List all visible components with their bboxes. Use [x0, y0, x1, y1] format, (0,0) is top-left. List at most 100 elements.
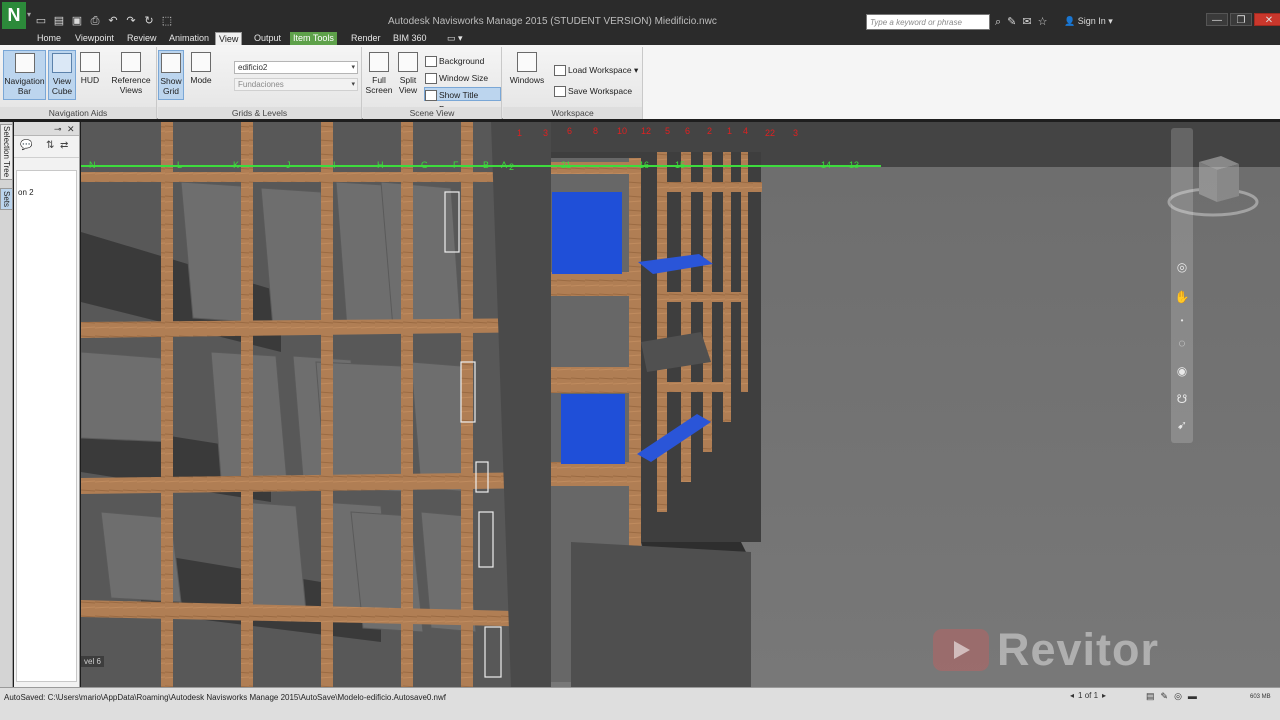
- split-view-label: Split View: [398, 75, 418, 95]
- app-menu-button[interactable]: N: [2, 2, 26, 29]
- navigation-bar-label: Navigation Bar: [4, 76, 45, 96]
- orbit-icon[interactable]: ◌: [1174, 336, 1190, 350]
- select-icon[interactable]: ➹: [1174, 418, 1190, 432]
- grid-label: 4: [743, 126, 748, 136]
- load-workspace-button[interactable]: Load Workspace ▾: [554, 63, 638, 77]
- level-select[interactable]: Fundaciones ▾: [234, 78, 358, 91]
- window-size-button[interactable]: Window Size: [425, 71, 488, 85]
- tab-home[interactable]: Home: [34, 32, 64, 45]
- sign-in-button[interactable]: 👤 Sign In ▾: [1064, 16, 1113, 27]
- hud-icon: [80, 52, 100, 72]
- grid-label: 13: [849, 160, 859, 170]
- list-item[interactable]: on 2: [17, 171, 76, 197]
- new-file-icon[interactable]: ▭: [34, 14, 48, 28]
- restore-icon[interactable]: ❐: [1230, 13, 1252, 26]
- scene-viewport[interactable]: N L K J I H G F B A 2 21 16 15 14 13 1 3: [81, 122, 1280, 687]
- undo-icon[interactable]: ↶: [106, 14, 120, 28]
- pencil-icon[interactable]: ✎: [1161, 691, 1169, 702]
- sign-in-label: Sign In: [1077, 16, 1106, 26]
- zoom-icon[interactable]: •: [1174, 316, 1190, 325]
- import-export-icon[interactable]: ⇄: [60, 140, 68, 151]
- disk-icon[interactable]: ◎: [1174, 691, 1182, 702]
- windows-button[interactable]: Windows: [509, 50, 545, 100]
- pin-icon[interactable]: ⊸: [54, 122, 62, 136]
- select-icon[interactable]: ⬚: [160, 14, 174, 28]
- tab-selection-tree[interactable]: Selection Tree: [0, 124, 13, 180]
- tab-view[interactable]: View: [215, 32, 243, 45]
- memory-usage: 603 MB: [1250, 694, 1271, 700]
- previous-sheet-icon[interactable]: ◂: [1070, 691, 1074, 700]
- close-icon[interactable]: ✕: [67, 122, 75, 136]
- hud-label: HUD: [80, 75, 100, 85]
- navigation-bar: ◎ ✋ • ◌ ◉ ☋ ➹: [1171, 128, 1193, 443]
- grid-label: 1: [517, 128, 522, 138]
- quick-access-toolbar: ▭ ▤ ▣ ⎙ ↶ ↷ ↻ ⬚: [34, 14, 174, 30]
- binoculars-icon[interactable]: ⌕: [995, 15, 1001, 29]
- look-icon[interactable]: ◉: [1174, 364, 1190, 378]
- database-icon[interactable]: ▬: [1188, 691, 1197, 702]
- print-icon[interactable]: ⎙: [88, 14, 102, 28]
- redo-icon[interactable]: ↷: [124, 14, 138, 28]
- windows-label: Windows: [509, 75, 545, 85]
- search-input[interactable]: Type a keyword or phrase: [866, 14, 990, 30]
- grid-label: 21: [561, 160, 571, 170]
- steering-wheel-icon[interactable]: ◎: [1174, 260, 1190, 274]
- tab-render[interactable]: Render: [348, 32, 384, 45]
- navisworks-window: N ▾ ▭ ▤ ▣ ⎙ ↶ ↷ ↻ ⬚ Autodesk Navisworks …: [0, 0, 1280, 720]
- chevron-down-icon[interactable]: ▾: [27, 10, 31, 19]
- ribbon-tabs: Home Viewpoint Review Animation View Out…: [0, 31, 1280, 45]
- tab-bim360[interactable]: BIM 360: [390, 32, 430, 45]
- sheet-browser-icon[interactable]: ▤: [1146, 691, 1155, 702]
- reference-views-button[interactable]: Reference Views: [108, 50, 154, 100]
- mode-button[interactable]: Mode: [188, 50, 214, 100]
- walk-icon[interactable]: ☋: [1174, 392, 1190, 406]
- grid-label: 22: [765, 128, 775, 138]
- grid-label: 1: [727, 126, 732, 136]
- navigation-bar-button[interactable]: Navigation Bar: [3, 50, 46, 100]
- minimize-icon[interactable]: —: [1206, 13, 1228, 26]
- sort-icon[interactable]: ⇅: [46, 140, 54, 151]
- grid-label: B: [483, 160, 489, 170]
- grid-label: 6: [567, 126, 572, 136]
- save-workspace-button[interactable]: Save Workspace: [554, 84, 632, 98]
- view-cube-icon: [52, 53, 72, 73]
- favorites-icon[interactable]: ☆: [1038, 15, 1048, 29]
- communication-icon[interactable]: ✉: [1022, 15, 1031, 29]
- hud-button[interactable]: HUD: [78, 50, 102, 100]
- grid-label: F: [453, 160, 459, 170]
- panel-title-scene-view: Scene View: [363, 107, 501, 119]
- window-controls: — ❐ ✕: [1206, 13, 1280, 26]
- tab-animation[interactable]: Animation: [166, 32, 212, 45]
- autosave-status: AutoSaved: C:\Users\mario\AppData\Roamin…: [4, 693, 447, 702]
- grid-label: 14: [821, 160, 831, 170]
- next-sheet-icon[interactable]: ▸: [1102, 691, 1106, 700]
- open-file-icon[interactable]: ▤: [52, 14, 66, 28]
- play-icon: [933, 629, 989, 671]
- ribbon-minimize-button[interactable]: ▭ ▾: [444, 32, 466, 45]
- tab-output[interactable]: Output: [251, 32, 284, 45]
- pan-icon[interactable]: ✋: [1174, 290, 1190, 304]
- tab-viewpoint[interactable]: Viewpoint: [72, 32, 117, 45]
- tab-sets[interactable]: Sets: [0, 188, 13, 210]
- pager-label: 1 of 1: [1078, 691, 1099, 700]
- grid-label: 15: [675, 160, 685, 170]
- refresh-icon[interactable]: ↻: [142, 14, 156, 28]
- grid-label: G: [421, 160, 428, 170]
- show-title-bars-button[interactable]: Show Title Bars: [424, 87, 501, 114]
- tab-item-tools[interactable]: Item Tools: [290, 32, 337, 45]
- tab-review[interactable]: Review: [124, 32, 160, 45]
- grid-label: 3: [793, 128, 798, 138]
- view-cube-button[interactable]: View Cube: [48, 50, 76, 100]
- close-icon[interactable]: ✕: [1254, 13, 1280, 26]
- grid-model-select[interactable]: edificio2 ▾: [234, 61, 358, 74]
- subscription-icon[interactable]: ✎: [1007, 15, 1016, 29]
- show-grid-button[interactable]: Show Grid: [158, 50, 184, 100]
- grid-label: 12: [641, 126, 651, 136]
- building-model: N L K J I H G F B A 2 21 16 15 14 13 1 3: [81, 122, 1280, 687]
- full-screen-button[interactable]: Full Screen: [365, 50, 393, 100]
- panel-grids-levels: Show Grid Mode edificio2 ▾ Fundaciones ▾…: [158, 47, 362, 119]
- split-view-button[interactable]: Split View: [395, 50, 421, 100]
- save-icon[interactable]: ▣: [70, 14, 84, 28]
- comment-icon[interactable]: 💬: [20, 140, 32, 151]
- background-button[interactable]: Background: [425, 54, 484, 68]
